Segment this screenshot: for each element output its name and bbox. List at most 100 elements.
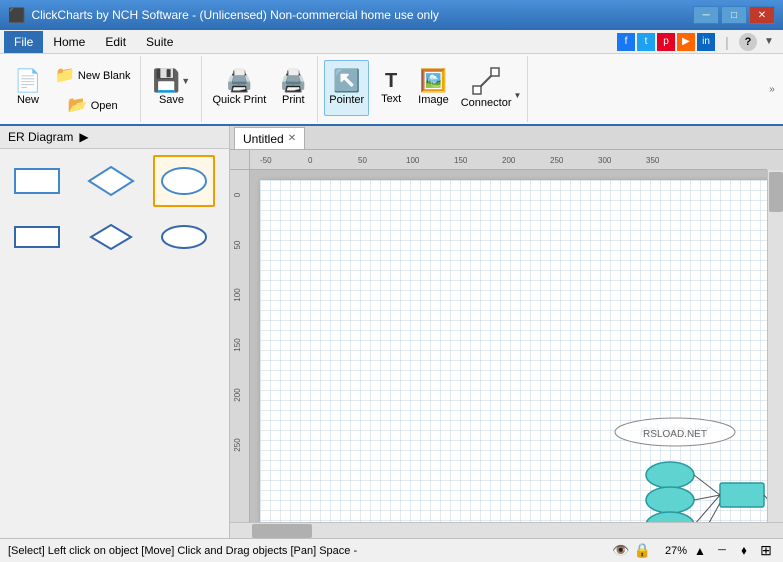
zoom-value: 27% [655, 545, 687, 557]
print-button[interactable]: 🖨️ Print [273, 60, 313, 116]
svg-text:300: 300 [598, 156, 612, 165]
title-bar-controls: ─ □ ✕ [693, 6, 775, 24]
svg-text:150: 150 [454, 156, 468, 165]
edit-menu[interactable]: Edit [95, 31, 136, 53]
vertical-scrollbar[interactable] [767, 170, 783, 522]
home-menu[interactable]: Home [43, 31, 95, 53]
svg-text:100: 100 [233, 288, 242, 302]
divider-1: | [717, 32, 737, 52]
diamond-shape-svg [85, 163, 137, 199]
social-icon-1[interactable]: f [617, 33, 635, 51]
save-button[interactable]: 💾 ▼ Save [147, 60, 197, 116]
save-icon: 💾 [153, 70, 180, 92]
social-icon-4[interactable]: ▶ [677, 33, 695, 51]
image-icon: 🖼️ [420, 70, 447, 92]
open-button[interactable]: 📂 Open [50, 92, 136, 120]
status-right: 👁️ 🔒 27% ▲ − ⬧ ⊞ [612, 542, 775, 560]
ribbon-group-tools: ↖️ Pointer T Text 🖼️ Image Con [320, 56, 527, 122]
connector-dropdown[interactable]: ▼ [513, 60, 523, 116]
zoom-out-button[interactable]: − [713, 542, 731, 560]
shape-diamond-2[interactable] [80, 211, 142, 263]
canvas-tab[interactable]: Untitled ✕ [234, 127, 305, 149]
menu-expand-icon[interactable]: ▼ [759, 32, 779, 52]
canvas-paper: RSLOAD.NET RSLOAD.NET [260, 180, 767, 522]
svg-text:-50: -50 [260, 156, 272, 165]
status-text: [Select] Left click on object [Move] Cli… [8, 545, 604, 557]
left-panel: ER Diagram ▶ [0, 126, 230, 538]
canvas-viewport[interactable]: RSLOAD.NET RSLOAD.NET [250, 170, 767, 522]
file-menu[interactable]: File [4, 31, 43, 53]
quick-print-button[interactable]: 🖨️ Quick Print [208, 60, 272, 116]
diagram-type-bar: ER Diagram ▶ [0, 126, 229, 149]
ellipse-shape-svg [158, 163, 210, 199]
title-bar-text: ClickCharts by NCH Software - (Unlicense… [31, 8, 438, 22]
connector-button[interactable]: Connector [456, 60, 513, 116]
maximize-button[interactable]: □ [721, 6, 747, 24]
tab-bar: Untitled ✕ [230, 126, 783, 150]
image-button[interactable]: 🖼️ Image [413, 60, 454, 116]
svg-text:250: 250 [233, 438, 242, 452]
ruler-corner [230, 150, 250, 170]
new-icon: 📄 [14, 70, 41, 92]
svg-text:0: 0 [233, 192, 242, 197]
zoom-up-button[interactable]: ▲ [691, 542, 709, 560]
shape-rectangle[interactable] [6, 155, 68, 207]
menu-right-icons: f t p ▶ in | ? ▼ [617, 32, 779, 52]
pointer-icon: ↖️ [333, 70, 360, 92]
svg-text:RSLOAD.NET: RSLOAD.NET [643, 429, 707, 440]
new-blank-icon: 📁 [55, 68, 75, 84]
app-icon: ⬛ [8, 7, 25, 24]
svg-text:250: 250 [550, 156, 564, 165]
tab-close-button[interactable]: ✕ [288, 133, 296, 144]
scroll-bottom-left [230, 522, 250, 538]
shape-ellipse-2[interactable] [153, 211, 215, 263]
horizontal-scrollbar-row [230, 522, 783, 538]
canvas-area: Untitled ✕ -50 0 50 100 150 [230, 126, 783, 538]
svg-text:200: 200 [233, 388, 242, 402]
shape-diamond[interactable] [80, 155, 142, 207]
social-icon-2[interactable]: t [637, 33, 655, 51]
ruler-horizontal: -50 0 50 100 150 200 250 300 350 [250, 150, 767, 170]
ribbon-group-print: 🖨️ Quick Print 🖨️ Print [204, 56, 319, 122]
print-icon: 🖨️ [280, 70, 307, 92]
title-bar: ⬛ ClickCharts by NCH Software - (Unlicen… [0, 0, 783, 30]
eye-icon: 👁️ [612, 542, 629, 559]
new-button[interactable]: 📄 New [8, 60, 48, 116]
v-ruler-svg: 0 50 100 150 200 250 [230, 170, 250, 522]
diamond2-shape-svg [85, 219, 137, 255]
zoom-slider[interactable]: ⬧ [735, 542, 753, 560]
quick-print-icon: 🖨️ [226, 70, 253, 92]
pointer-button[interactable]: ↖️ Pointer [324, 60, 369, 116]
open-icon: 📂 [68, 98, 88, 114]
zoom-fit-button[interactable]: ⊞ [757, 542, 775, 560]
svg-text:350: 350 [646, 156, 660, 165]
ruler-top-right-corner [767, 150, 783, 170]
rectangle2-shape-svg [11, 219, 63, 255]
social-icon-3[interactable]: p [657, 33, 675, 51]
diagram-type-label: ER Diagram [8, 130, 73, 144]
svg-text:100: 100 [406, 156, 420, 165]
scroll-corner-bottom [767, 522, 783, 538]
text-button[interactable]: T Text [371, 60, 411, 116]
social-icon-5[interactable]: in [697, 33, 715, 51]
connector-icon [472, 67, 500, 95]
shape-rectangle-2[interactable] [6, 211, 68, 263]
minimize-button[interactable]: ─ [693, 6, 719, 24]
ruler-vertical: 0 50 100 150 200 250 [230, 170, 250, 522]
ellipse2-shape-svg [158, 219, 210, 255]
suite-menu[interactable]: Suite [136, 31, 183, 53]
help-icon[interactable]: ? [739, 33, 757, 51]
svg-text:50: 50 [358, 156, 367, 165]
connector-group: Connector ▼ [456, 60, 523, 116]
svg-text:0: 0 [308, 156, 313, 165]
diagram-expand-icon[interactable]: ▶ [79, 130, 88, 144]
lock-icon: 🔒 [634, 542, 651, 559]
ribbon-expand-button[interactable]: » [765, 56, 779, 122]
horizontal-scrollbar[interactable] [250, 522, 767, 538]
diagram-svg: RSLOAD.NET RSLOAD.NET [260, 180, 767, 522]
shape-ellipse[interactable] [153, 155, 215, 207]
new-blank-button[interactable]: 📁 New Blank [50, 62, 136, 90]
status-bar: [Select] Left click on object [Move] Cli… [0, 538, 783, 562]
close-button[interactable]: ✕ [749, 6, 775, 24]
svg-text:150: 150 [233, 338, 242, 352]
